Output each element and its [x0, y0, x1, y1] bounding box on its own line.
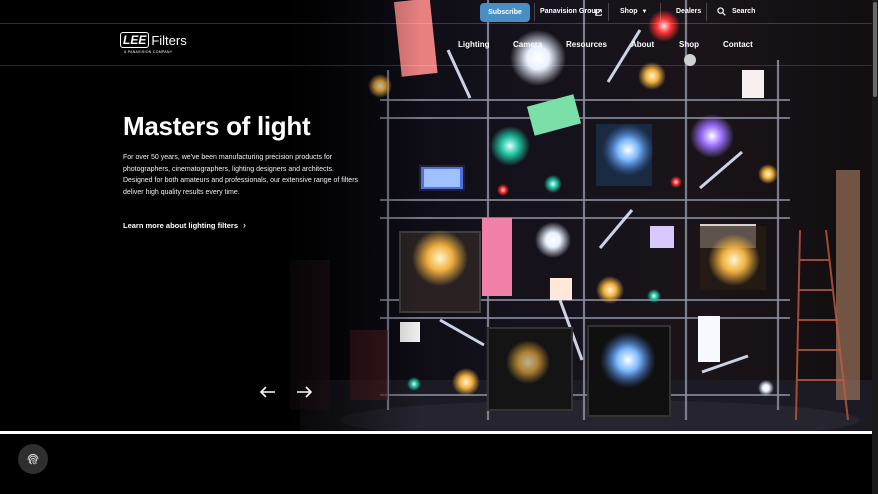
fingerprint-icon — [27, 454, 39, 465]
chevron-right-icon: › — [243, 220, 247, 230]
scrollbar[interactable] — [872, 0, 878, 494]
hero-description: For over 50 years, we've been manufactur… — [123, 154, 359, 196]
nav-resources[interactable]: Resources — [566, 40, 607, 49]
utility-shop-label: Shop — [620, 8, 638, 15]
nav-contact[interactable]: Contact — [723, 40, 753, 49]
nav-shop[interactable]: Shop — [679, 40, 699, 49]
nav-about[interactable]: About — [631, 40, 654, 49]
dealers-link[interactable]: Dealers — [676, 8, 701, 15]
search-link[interactable]: Search — [732, 8, 755, 15]
main-navigation: LEE Filters A PANAVISION COMPANY Lightin… — [0, 24, 872, 66]
utility-separator — [608, 3, 609, 21]
panavision-group-label: Panavision Group — [540, 8, 600, 15]
search-icon[interactable] — [717, 7, 726, 16]
lee-filters-logo[interactable]: LEE Filters A PANAVISION COMPANY — [120, 32, 187, 54]
privacy-settings-button[interactable] — [18, 444, 48, 474]
external-link-icon — [595, 9, 602, 16]
learn-more-label: Learn more about lighting filters — [123, 220, 239, 230]
scrollbar-thumb[interactable] — [873, 2, 877, 97]
utility-bar: Subscribe Panavision Group Shop ▼ Dealer… — [0, 0, 872, 24]
hero-content: Masters of light For over 50 years, we'v… — [123, 110, 363, 230]
subscribe-button[interactable]: Subscribe — [480, 3, 530, 22]
logo-wordmark: Filters — [151, 32, 187, 48]
arrow-right-icon[interactable] — [294, 382, 314, 402]
section-divider — [0, 431, 872, 434]
logo-tagline: A PANAVISION COMPANY — [124, 50, 173, 54]
lower-section — [0, 434, 872, 494]
utility-separator — [706, 3, 707, 21]
learn-more-link[interactable]: Learn more about lighting filters › — [123, 220, 363, 230]
arrow-left-icon[interactable] — [258, 382, 278, 402]
utility-separator — [660, 3, 661, 21]
nav-lighting[interactable]: Lighting — [458, 40, 490, 49]
chevron-down-icon: ▼ — [641, 9, 648, 15]
nav-camera[interactable]: Camera — [513, 40, 542, 49]
panavision-group-link[interactable]: Panavision Group — [540, 8, 600, 15]
utility-separator — [534, 3, 535, 21]
utility-shop-dropdown[interactable]: Shop ▼ — [620, 8, 647, 15]
logo-lee-mark: LEE — [120, 32, 150, 48]
hero-title: Masters of light — [123, 111, 311, 141]
